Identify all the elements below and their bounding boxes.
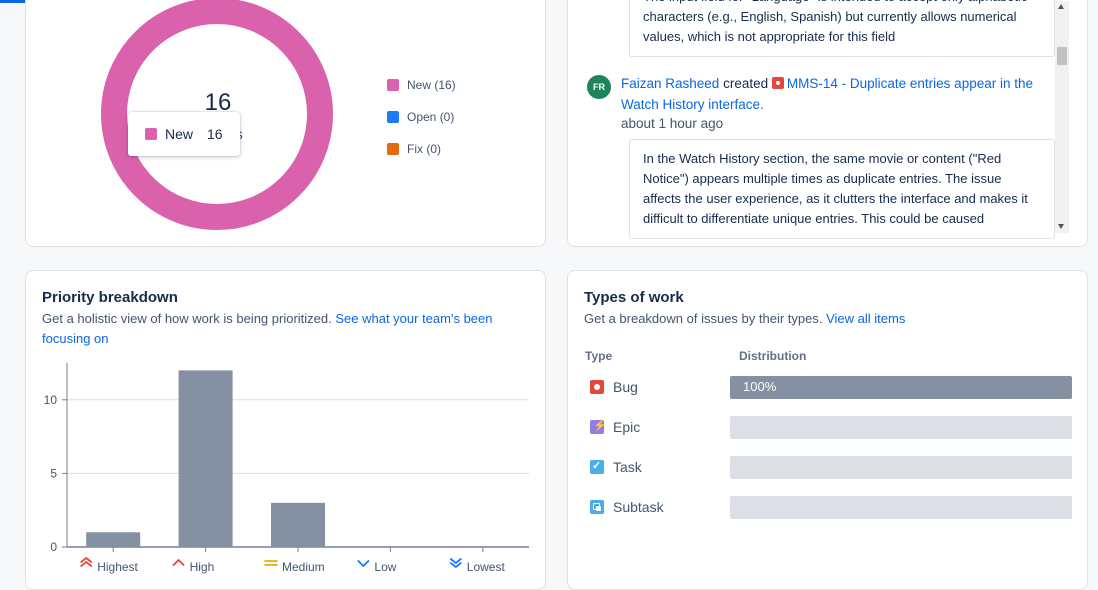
- types-of-work-card: Types of work Get a breakdown of issues …: [567, 270, 1088, 590]
- activity-description-text: The input field for "Language" is intend…: [643, 0, 1027, 44]
- type-label: Bug: [613, 379, 638, 395]
- legend-label: Fix (0): [407, 142, 441, 156]
- priority-bar-chart: 0 5 10 Highest High Medium Low Lowest: [44, 363, 529, 574]
- priority-highest-icon: [80, 557, 93, 567]
- scroll-down-arrow-icon[interactable]: [1058, 224, 1064, 229]
- distribution-bar-bug[interactable]: 100%: [730, 376, 1072, 399]
- recent-activity-card: The input field for "Language" is intend…: [567, 0, 1088, 247]
- y-tick-label: 5: [50, 466, 57, 480]
- activity-description-previous: The input field for "Language" is intend…: [629, 0, 1055, 57]
- legend-label: New (16): [407, 78, 456, 92]
- bug-icon: [771, 77, 784, 89]
- bar-highest[interactable]: [86, 532, 141, 547]
- legend-label: Open (0): [407, 110, 455, 124]
- distribution-bar-subtask[interactable]: [730, 496, 1072, 519]
- distribution-bar-task[interactable]: [730, 456, 1072, 479]
- activity-timestamp: about 1 hour ago: [621, 116, 724, 131]
- type-label: Subtask: [613, 499, 664, 515]
- bar-high[interactable]: [178, 370, 233, 547]
- tooltip-value: 16: [207, 126, 223, 142]
- activity-description: In the Watch History section, the same m…: [629, 139, 1055, 239]
- card-title: Priority breakdown: [42, 289, 178, 306]
- activity-entry: Faizan Rasheed created MMS-14 - Duplicat…: [621, 73, 1061, 115]
- tooltip-label: New: [165, 126, 194, 142]
- scroll-thumb[interactable]: [1057, 47, 1067, 65]
- view-all-items-link[interactable]: View all items: [826, 311, 905, 326]
- subtitle-text: Get a breakdown of issues by their types…: [584, 311, 823, 326]
- priority-high-icon: [172, 559, 185, 566]
- epic-icon: ⚡: [590, 420, 607, 434]
- x-tick-label: Medium: [282, 560, 325, 574]
- column-header-type: Type: [585, 349, 613, 363]
- legend-swatch: [387, 143, 399, 155]
- x-tick-label: Low: [374, 560, 396, 574]
- type-row-subtask[interactable]: Subtask: [590, 499, 664, 515]
- activity-user-link[interactable]: Faizan Rasheed: [621, 76, 719, 91]
- card-title: Types of work: [584, 289, 684, 306]
- donut-tooltip: New 16: [128, 112, 240, 156]
- legend-swatch: [387, 111, 399, 123]
- priority-low-icon: [357, 560, 370, 567]
- distribution-bar-epic[interactable]: [730, 416, 1072, 439]
- x-tick-label: High: [190, 560, 215, 574]
- card-subtitle: Get a breakdown of issues by their types…: [584, 309, 1079, 329]
- priority-medium-icon: [264, 560, 278, 566]
- bar-medium[interactable]: [271, 502, 325, 547]
- card-subtitle: Get a holistic view of how work is being…: [42, 309, 537, 349]
- legend-item-open[interactable]: Open (0): [387, 110, 454, 124]
- status-overview-card: 16 es New 16 New (16) Open (0) Fix (0): [25, 0, 546, 247]
- column-header-distribution: Distribution: [739, 349, 807, 363]
- priority-lowest-icon: [449, 558, 462, 568]
- legend-item-fix[interactable]: Fix (0): [387, 142, 441, 156]
- task-icon: ✓: [590, 460, 604, 474]
- activity-action: created: [723, 76, 769, 91]
- tooltip-swatch: [145, 128, 157, 140]
- legend-swatch: [387, 79, 399, 91]
- type-label: Epic: [613, 419, 641, 435]
- distribution-percent: 100%: [743, 379, 777, 394]
- activity-scrollbar[interactable]: [1055, 1, 1069, 233]
- distribution-bar-fill: [730, 376, 1072, 399]
- subtask-icon: [590, 500, 604, 514]
- legend-item-new[interactable]: New (16): [387, 78, 456, 92]
- priority-breakdown-card: Priority breakdown Get a holistic view o…: [25, 270, 546, 590]
- type-row-epic[interactable]: ⚡ Epic: [590, 419, 640, 435]
- x-tick-label: Lowest: [467, 560, 506, 574]
- y-tick-label: 10: [44, 393, 58, 407]
- type-row-task[interactable]: ✓ Task: [590, 459, 642, 475]
- y-tick-label: 0: [50, 540, 57, 554]
- subtitle-text: Get a holistic view of how work is being…: [42, 311, 332, 326]
- activity-description-text: In the Watch History section, the same m…: [643, 151, 1028, 226]
- bug-icon: [590, 380, 604, 394]
- type-label: Task: [613, 459, 642, 475]
- x-tick-label: Highest: [97, 560, 138, 574]
- type-row-bug[interactable]: Bug: [590, 379, 638, 395]
- avatar: FR: [587, 75, 611, 99]
- scroll-up-arrow-icon[interactable]: [1058, 4, 1064, 9]
